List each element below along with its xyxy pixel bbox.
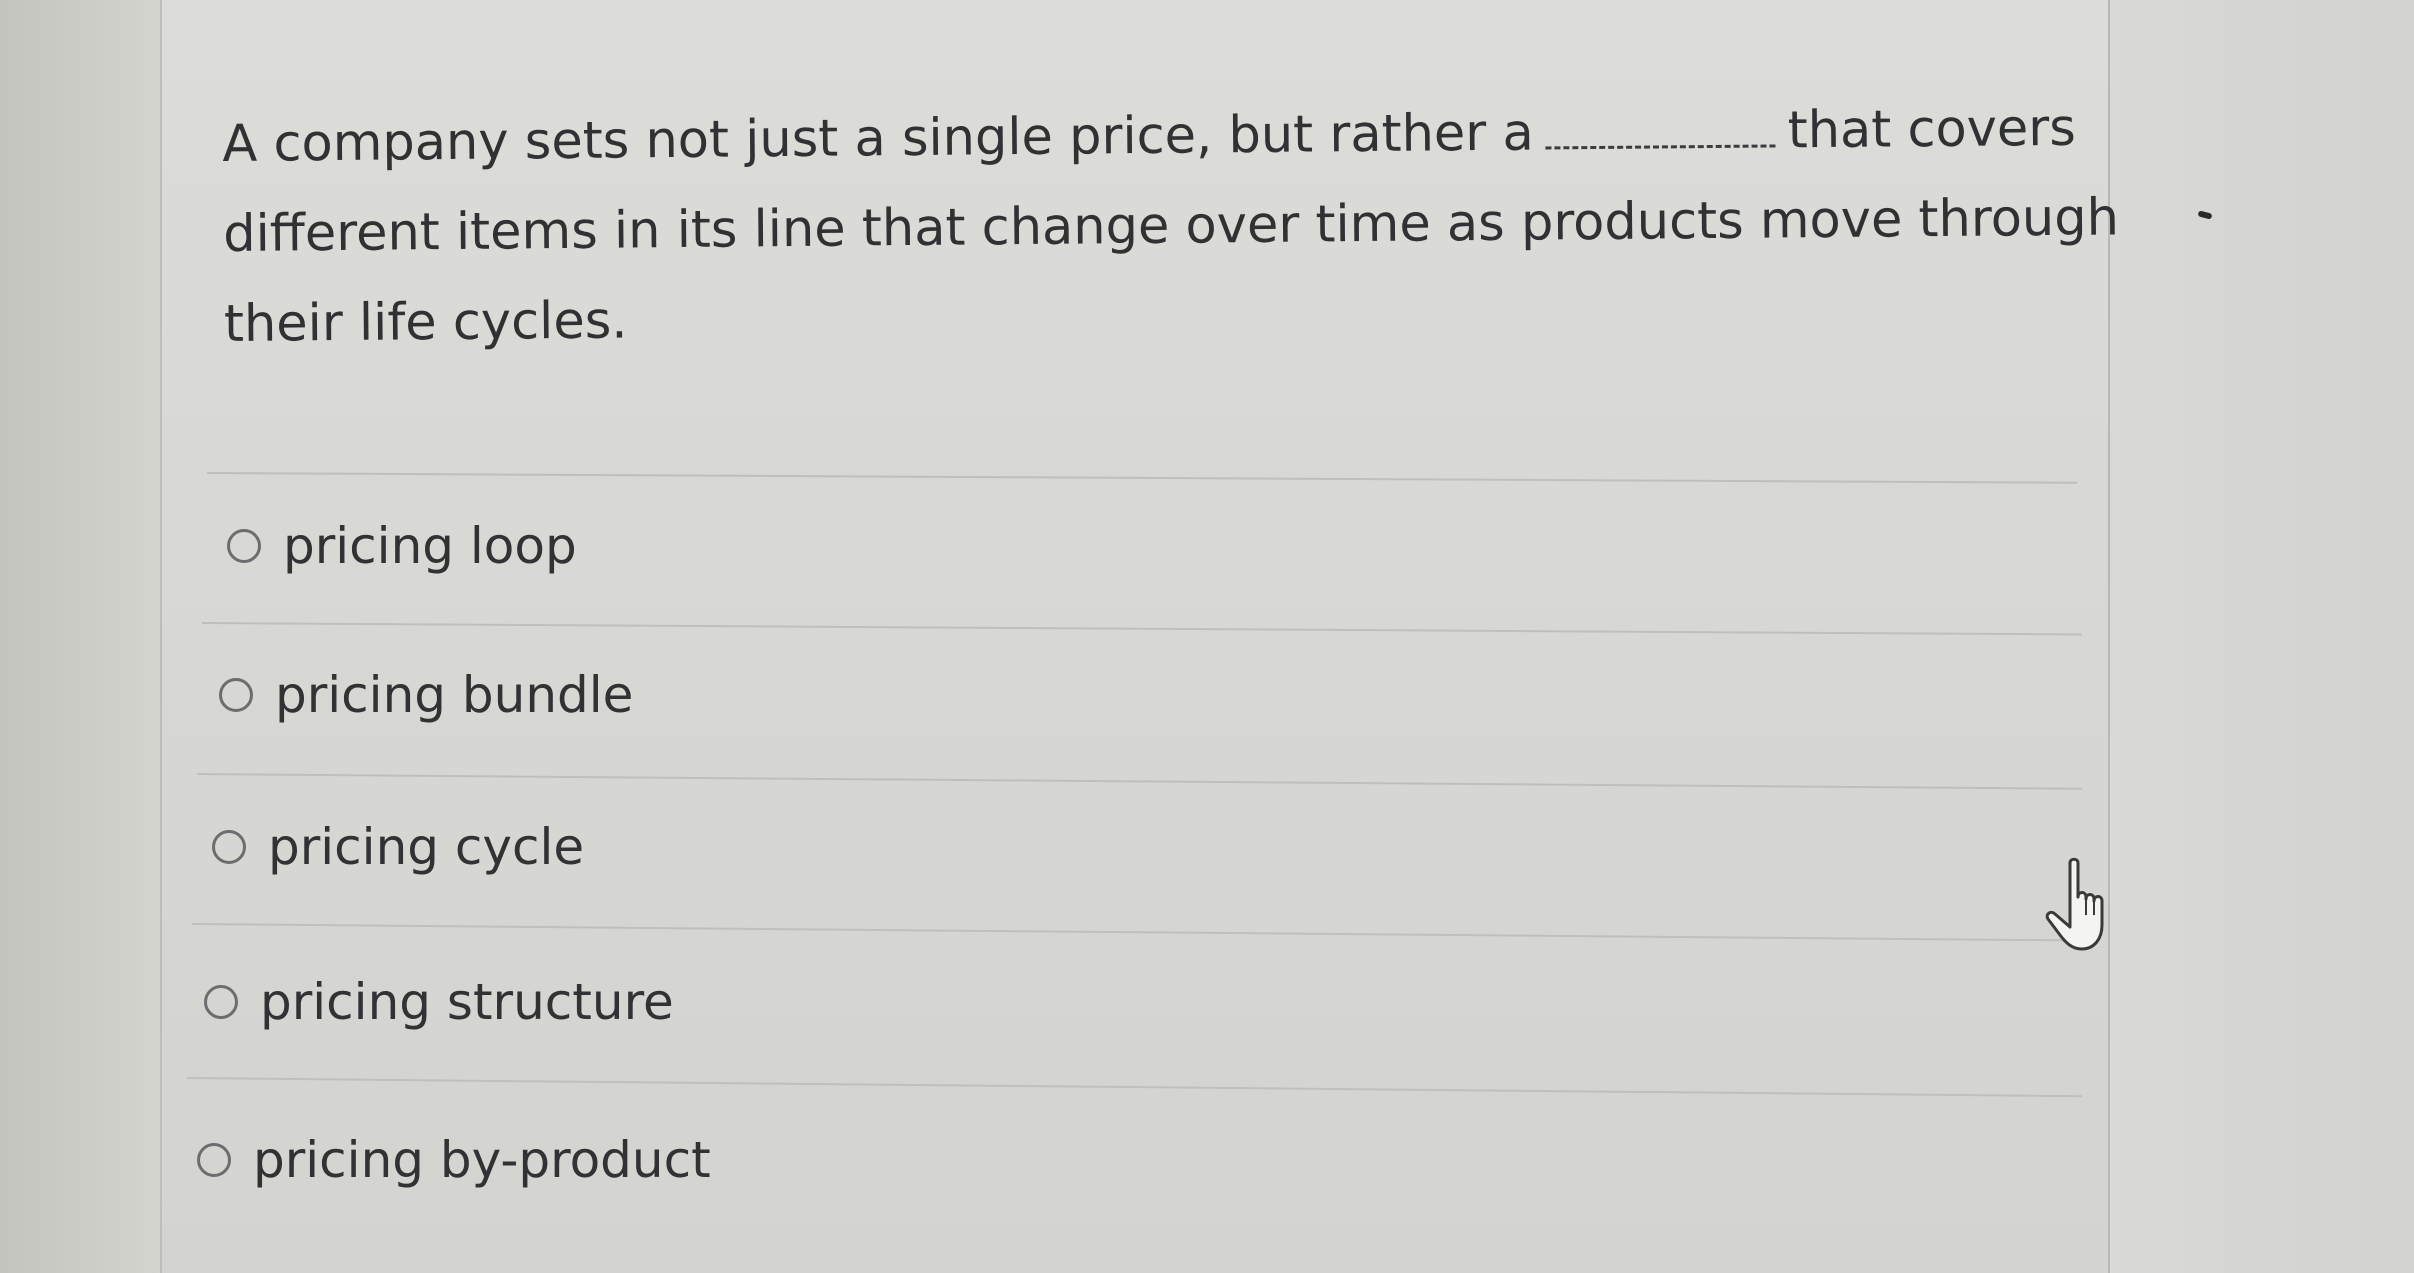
radio-button[interactable] [227, 529, 261, 563]
fill-in-blank [1545, 124, 1776, 150]
answer-option-pricing-by-product[interactable]: pricing by-product [197, 1131, 711, 1189]
option-label: pricing bundle [275, 666, 634, 724]
option-label: pricing by-product [253, 1131, 711, 1189]
answer-option-pricing-structure[interactable]: pricing structure [204, 973, 674, 1031]
question-text-before-blank: A company sets not just a single price, … [222, 103, 1534, 174]
hand-pointer-icon [2045, 857, 2104, 951]
answer-option-pricing-bundle[interactable]: pricing bundle [219, 666, 633, 724]
radio-button[interactable] [197, 1143, 231, 1177]
divider [186, 1077, 2082, 1098]
divider [206, 472, 2077, 484]
radio-button[interactable] [219, 678, 253, 712]
divider [201, 622, 2082, 636]
radio-button[interactable] [212, 830, 246, 864]
option-label: pricing loop [283, 517, 577, 575]
radio-button[interactable] [204, 985, 238, 1019]
option-label: pricing structure [260, 973, 674, 1031]
divider [191, 923, 2082, 942]
screen-left-margin [0, 0, 160, 1273]
answer-option-pricing-cycle[interactable]: pricing cycle [212, 818, 584, 876]
quiz-question-panel: A company sets not just a single price, … [160, 0, 2119, 1273]
option-label: pricing cycle [268, 818, 585, 876]
question-prompt: A company sets not just a single price, … [222, 83, 2184, 370]
divider [196, 773, 2082, 790]
answer-option-pricing-loop[interactable]: pricing loop [227, 517, 577, 575]
